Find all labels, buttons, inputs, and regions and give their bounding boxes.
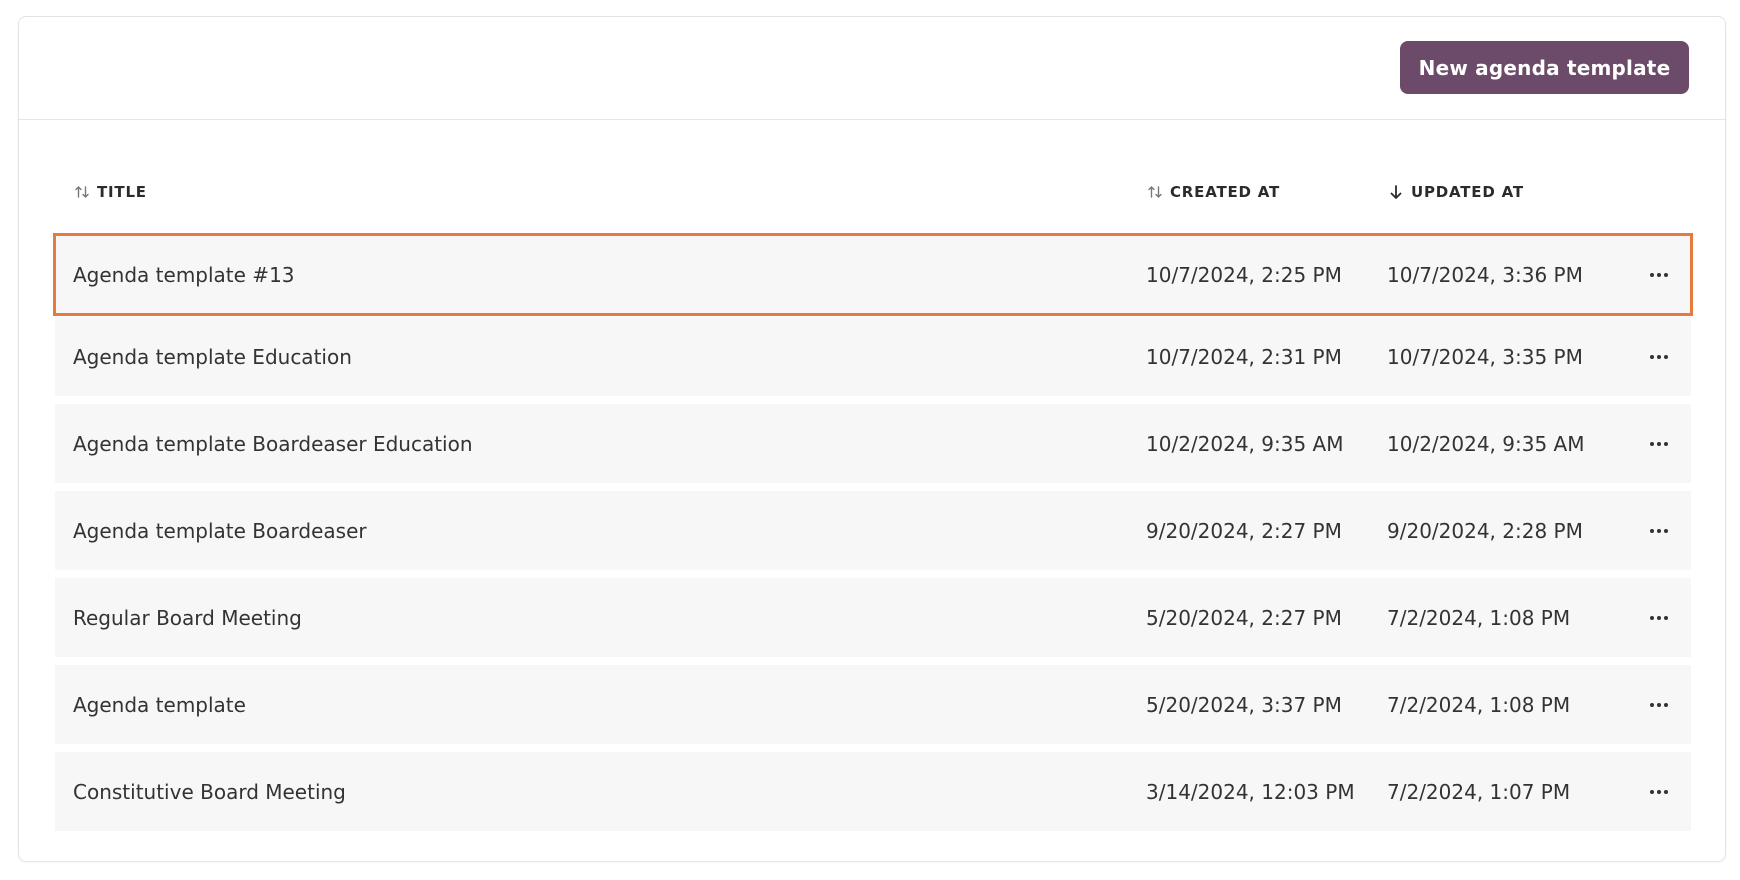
more-horizontal-icon (1650, 272, 1668, 277)
row-updated-at: 10/7/2024, 3:36 PM (1387, 262, 1583, 287)
row-title: Regular Board Meeting (73, 605, 302, 630)
row-created-at: 9/20/2024, 2:27 PM (1146, 518, 1342, 543)
row-title: Constitutive Board Meeting (73, 779, 346, 804)
row-updated-at: 7/2/2024, 1:08 PM (1387, 605, 1571, 630)
card-header: New agenda template (19, 17, 1725, 120)
column-header-label: TITLE (97, 183, 147, 201)
row-updated-at: 10/7/2024, 3:35 PM (1387, 344, 1583, 369)
row-title: Agenda template #13 (73, 262, 295, 287)
row-menu-button[interactable] (1647, 665, 1671, 744)
row-created-at: 3/14/2024, 12:03 PM (1146, 779, 1355, 804)
row-created-at: 5/20/2024, 2:27 PM (1146, 605, 1342, 630)
more-horizontal-icon (1650, 441, 1668, 446)
column-header-created-at[interactable]: CREATED AT (1146, 183, 1280, 201)
more-horizontal-icon (1650, 702, 1668, 707)
row-updated-at: 7/2/2024, 1:07 PM (1387, 779, 1571, 804)
table-row[interactable]: Agenda template Boardeaser Education 10/… (55, 404, 1691, 483)
table-row[interactable]: Agenda template #13 10/7/2024, 2:25 PM 1… (53, 233, 1693, 316)
sort-arrows-icon (1146, 183, 1164, 201)
more-horizontal-icon (1650, 615, 1668, 620)
row-menu-button[interactable] (1647, 578, 1671, 657)
row-updated-at: 7/2/2024, 1:08 PM (1387, 692, 1571, 717)
column-header-updated-at[interactable]: UPDATED AT (1387, 183, 1524, 201)
row-updated-at: 9/20/2024, 2:28 PM (1387, 518, 1583, 543)
row-menu-button[interactable] (1647, 317, 1671, 396)
row-updated-at: 10/2/2024, 9:35 AM (1387, 431, 1585, 456)
more-horizontal-icon (1650, 528, 1668, 533)
row-created-at: 5/20/2024, 3:37 PM (1146, 692, 1342, 717)
new-agenda-template-button[interactable]: New agenda template (1400, 41, 1689, 94)
row-menu-button[interactable] (1647, 491, 1671, 570)
row-created-at: 10/7/2024, 2:25 PM (1146, 262, 1342, 287)
table-header: TITLE CREATED AT UPDATED AT (19, 183, 1725, 213)
arrow-down-icon (1387, 183, 1405, 201)
row-title: Agenda template Boardeaser Education (73, 431, 473, 456)
column-header-title[interactable]: TITLE (73, 183, 147, 201)
table-row[interactable]: Constitutive Board Meeting 3/14/2024, 12… (55, 752, 1691, 831)
column-header-label: CREATED AT (1170, 183, 1281, 201)
row-created-at: 10/7/2024, 2:31 PM (1146, 344, 1342, 369)
row-title: Agenda template Education (73, 344, 352, 369)
column-header-label: UPDATED AT (1411, 183, 1524, 201)
table-row[interactable]: Agenda template 5/20/2024, 3:37 PM 7/2/2… (55, 665, 1691, 744)
row-title: Agenda template (73, 692, 246, 717)
row-created-at: 10/2/2024, 9:35 AM (1146, 431, 1344, 456)
table-row[interactable]: Regular Board Meeting 5/20/2024, 2:27 PM… (55, 578, 1691, 657)
templates-card: New agenda template TITLE CREATED AT UPD… (18, 16, 1726, 862)
row-menu-button[interactable] (1647, 404, 1671, 483)
row-menu-button[interactable] (1647, 235, 1671, 314)
row-menu-button[interactable] (1647, 752, 1671, 831)
table-row[interactable]: Agenda template Boardeaser 9/20/2024, 2:… (55, 491, 1691, 570)
more-horizontal-icon (1650, 354, 1668, 359)
more-horizontal-icon (1650, 789, 1668, 794)
row-title: Agenda template Boardeaser (73, 518, 367, 543)
sort-arrows-icon (73, 183, 91, 201)
table-row[interactable]: Agenda template Education 10/7/2024, 2:3… (55, 317, 1691, 396)
